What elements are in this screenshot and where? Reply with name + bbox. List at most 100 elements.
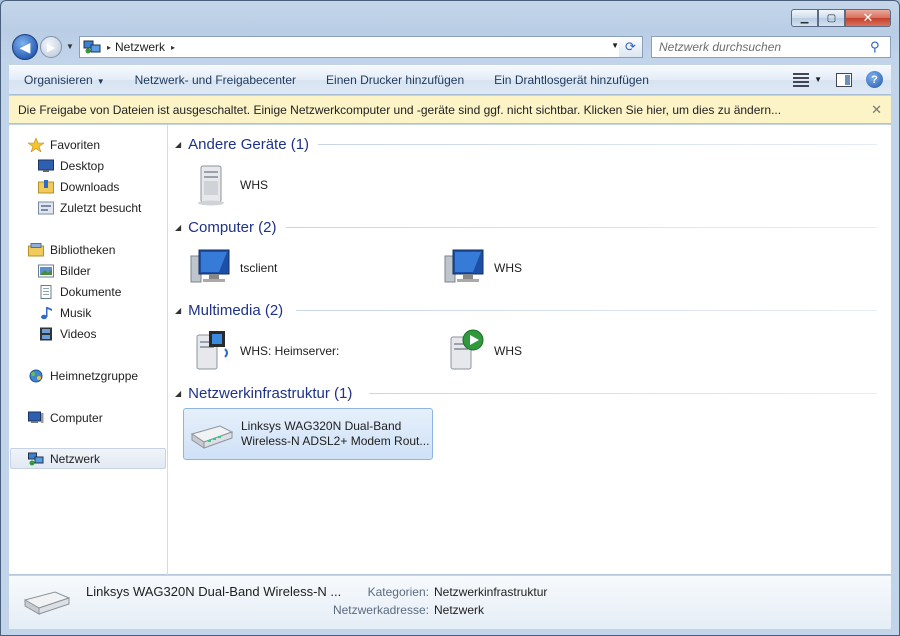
nav-computer[interactable]: Computer — [28, 407, 103, 428]
explorer-window: ▁ ▢ ✕ ◀ ▶ ▼ ▸ Netzwerk ▸ ▼ ⟳ Netzwerk du… — [0, 0, 900, 636]
homegroup-icon — [29, 369, 43, 382]
nav-recent[interactable]: Zuletzt besucht — [38, 197, 141, 218]
details-name: Linksys WAG320N Dual-Band Wireless-N ... — [86, 584, 342, 599]
nav-downloads-label: Downloads — [60, 179, 120, 194]
nav-desktop[interactable]: Desktop — [38, 155, 104, 176]
command-bar: Organisieren ▼ Netzwerk- und Freigabecent… — [9, 65, 891, 95]
command-bar-right: ▼ ? — [793, 71, 883, 88]
nav-music[interactable]: Musik — [38, 302, 91, 323]
nav-documents-label: Dokumente — [60, 284, 122, 299]
media-tile-whs-heimserver[interactable]: WHS: Heimserver: — [183, 326, 433, 376]
nav-documents[interactable]: Dokumente — [38, 281, 121, 302]
music-note-icon — [41, 306, 52, 319]
search-placeholder: Netzwerk durchsuchen — [659, 40, 782, 54]
nav-music-label: Musik — [60, 305, 92, 320]
network-sharing-center-button[interactable]: Netzwerk- und Freigabecenter — [120, 73, 311, 87]
nav-recent-label: Zuletzt besucht — [60, 200, 142, 215]
group-title: Computer (2) — [188, 218, 277, 236]
breadcrumb-separator[interactable]: ▸ — [107, 43, 111, 52]
computer-tile-whs[interactable]: WHS — [437, 243, 687, 293]
collapse-triangle-icon: ◢ — [175, 388, 182, 398]
tile-label: WHS — [494, 343, 522, 358]
refresh-button[interactable]: ⟳ — [619, 36, 643, 58]
computer-tile-tsclient[interactable]: tsclient — [183, 243, 433, 293]
media-play-server-icon — [450, 329, 484, 370]
nav-favorites[interactable]: Favoriten — [28, 134, 100, 155]
monitor-icon — [444, 249, 484, 283]
libraries-icon — [28, 242, 44, 256]
router-tile-linksys[interactable]: Linksys WAG320N Dual-Band Wireless-N ADS… — [183, 408, 433, 460]
add-printer-button[interactable]: Einen Drucker hinzufügen — [311, 73, 479, 87]
nav-network[interactable]: Netzwerk — [10, 448, 166, 469]
chevron-down-icon: ▼ — [814, 75, 822, 84]
file-list: ◢ Andere Geräte (1) WHS ◢ Computer (2) t… — [169, 125, 891, 575]
downloads-folder-icon — [38, 179, 54, 193]
details-category-value: Netzwerkinfrastruktur — [434, 585, 548, 599]
chevron-down-icon: ▼ — [96, 77, 105, 86]
info-bar[interactable]: Die Freigabe von Dateien ist ausgeschalt… — [9, 96, 891, 124]
router-icon — [190, 425, 234, 449]
tile-label: Linksys WAG320N Dual-Band Wireless-N ADS… — [241, 419, 429, 449]
preview-pane-icon[interactable] — [836, 72, 852, 87]
group-header-other-devices[interactable]: ◢ Andere Geräte (1) — [175, 134, 309, 154]
film-strip-icon — [40, 327, 52, 340]
desktop-icon — [38, 159, 54, 172]
nav-videos[interactable]: Videos — [38, 323, 96, 344]
add-wireless-device-button[interactable]: Ein Drahtlosgerät hinzufügen — [479, 73, 664, 87]
organize-label: Organisieren — [24, 73, 93, 87]
nav-downloads[interactable]: Downloads — [38, 176, 119, 197]
tile-label-line1: Linksys WAG320N Dual-Band — [241, 419, 402, 433]
details-address-value: Netzwerk — [434, 603, 485, 617]
group-title: Andere Geräte (1) — [188, 135, 310, 153]
recent-places-icon — [38, 201, 54, 214]
organize-menu[interactable]: Organisieren ▼ — [9, 73, 120, 87]
nav-libraries[interactable]: Bibliotheken — [28, 239, 115, 260]
recent-pages-dropdown[interactable]: ▼ — [66, 42, 74, 51]
info-bar-text: Die Freigabe von Dateien ist ausgeschalt… — [18, 102, 782, 117]
collapse-triangle-icon: ◢ — [175, 222, 182, 232]
nav-pictures[interactable]: Bilder — [38, 260, 91, 281]
details-category-label: Kategorien: — [367, 585, 429, 599]
nav-network-label: Netzwerk — [50, 451, 101, 466]
address-bar[interactable]: ▸ Netzwerk ▸ ▼ — [79, 36, 626, 58]
nav-computer-label: Computer — [50, 410, 103, 425]
search-input[interactable]: Netzwerk durchsuchen ⚲ — [651, 36, 891, 58]
pictures-icon — [38, 264, 54, 277]
tile-label: tsclient — [240, 260, 278, 275]
group-header-network-infrastructure[interactable]: ◢ Netzwerkinfrastruktur (1) — [175, 383, 352, 403]
group-divider — [296, 310, 877, 311]
server-icon — [198, 165, 224, 206]
nav-desktop-label: Desktop — [60, 158, 105, 173]
network-icon — [28, 452, 44, 465]
nav-homegroup-label: Heimnetzgruppe — [50, 368, 139, 383]
documents-icon — [40, 284, 52, 299]
nav-videos-label: Videos — [60, 326, 97, 341]
breadcrumb-network[interactable]: Netzwerk — [115, 40, 165, 54]
tile-label-line2: Wireless-N ADSL2+ Modem Rout... — [241, 434, 430, 448]
nav-homegroup[interactable]: Heimnetzgruppe — [28, 365, 138, 386]
caption-buttons: ▁ ▢ ✕ — [791, 9, 891, 27]
minimize-button[interactable]: ▁ — [791, 9, 818, 27]
media-tile-whs[interactable]: WHS — [437, 326, 687, 376]
nav-pictures-label: Bilder — [60, 263, 91, 278]
address-dropdown-icon[interactable]: ▼ — [611, 41, 619, 50]
maximize-button[interactable]: ▢ — [818, 9, 845, 27]
close-button[interactable]: ✕ — [845, 9, 891, 27]
change-view-button[interactable]: ▼ — [793, 72, 822, 87]
forward-button[interactable]: ▶ — [40, 36, 62, 58]
group-header-multimedia[interactable]: ◢ Multimedia (2) — [175, 300, 283, 320]
group-divider — [286, 227, 877, 228]
group-title: Multimedia (2) — [188, 301, 284, 319]
info-bar-close-icon[interactable]: ✕ — [871, 102, 882, 118]
group-divider — [318, 144, 877, 145]
breadcrumb-separator-end[interactable]: ▸ — [171, 43, 175, 52]
nav-libraries-label: Bibliotheken — [50, 242, 116, 257]
back-button[interactable]: ◀ — [12, 34, 38, 60]
group-header-computer[interactable]: ◢ Computer (2) — [175, 217, 277, 237]
computer-icon — [28, 411, 44, 423]
tile-label: WHS — [494, 260, 522, 275]
search-icon[interactable]: ⚲ — [870, 39, 890, 55]
help-icon[interactable]: ? — [866, 71, 883, 88]
view-list-icon — [793, 72, 810, 87]
device-tile-whs[interactable]: WHS — [183, 160, 433, 210]
